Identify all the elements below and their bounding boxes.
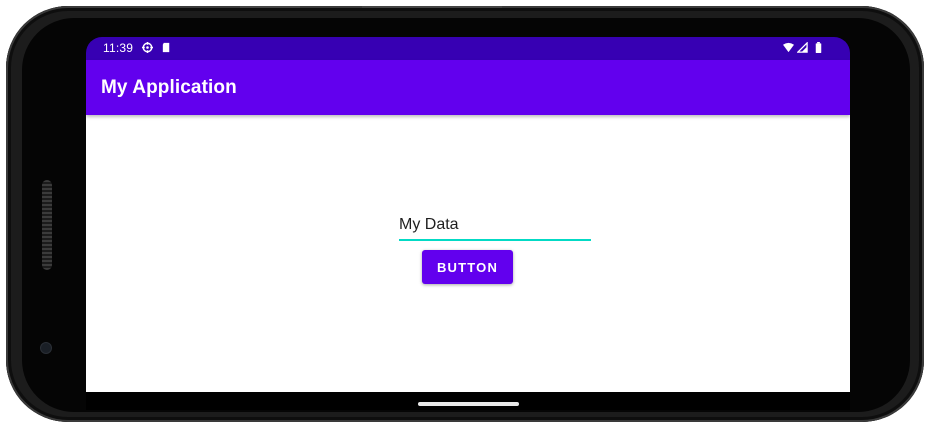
text-field-underline [399,239,591,241]
wifi-icon [783,42,794,53]
sd-card-icon [162,42,170,53]
device-screen: 11:39 My Application My Data BUTTON [86,37,850,410]
navigation-bar [86,392,850,410]
volume-button-edge [240,6,300,8]
status-time: 11:39 [103,41,134,55]
data-text-field[interactable]: My Data [399,213,591,241]
text-field-value[interactable]: My Data [399,216,459,234]
power-button-edge [362,6,502,8]
home-gesture-handle[interactable] [418,402,519,406]
speaker-grille [42,180,52,270]
main-content: My Data BUTTON [86,115,850,392]
front-camera [41,343,51,353]
app-title: My Application [101,77,237,98]
battery-icon [815,42,822,53]
main-button[interactable]: BUTTON [422,250,513,284]
emulator-stage: 11:39 My Application My Data BUTTON [0,0,928,426]
status-bar: 11:39 [86,37,850,60]
settings-sync-icon [142,42,153,53]
cell-signal-icon [797,42,808,53]
app-bar: My Application [86,60,850,115]
